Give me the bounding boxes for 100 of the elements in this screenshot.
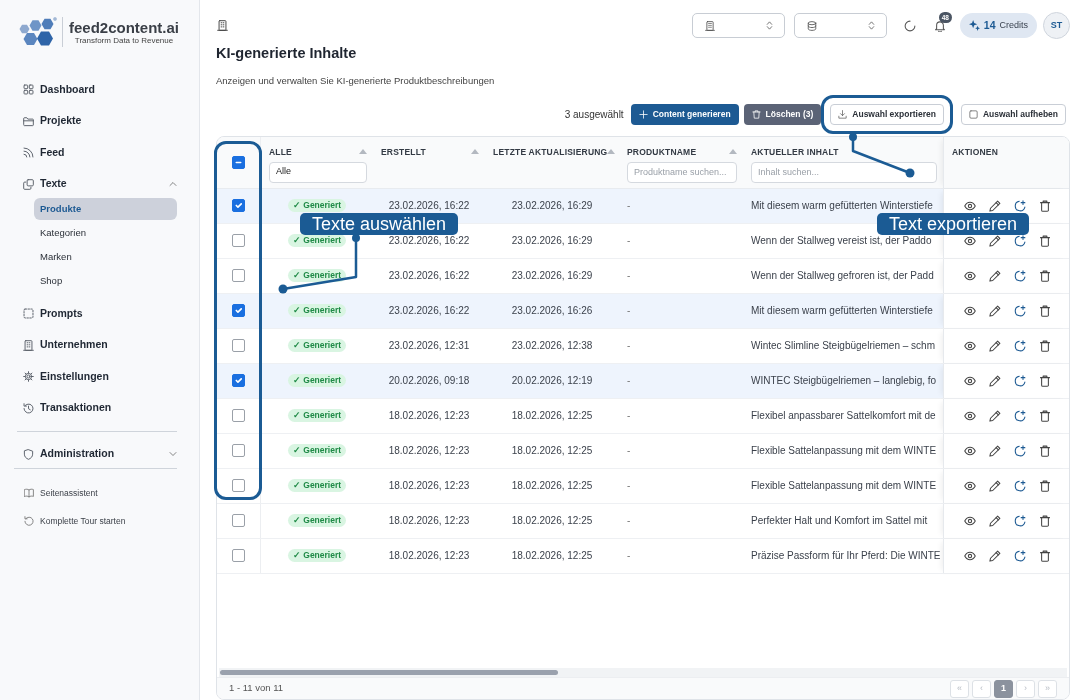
refresh-plus-icon[interactable] [1014,199,1026,212]
horizontal-scrollbar[interactable] [219,668,1067,677]
column-header[interactable]: LETZTE AKTUALISIERUNG [493,145,608,158]
nav-item[interactable]: Dashboard [0,74,177,106]
refresh-plus-icon[interactable] [1014,409,1026,422]
delete-button[interactable]: Löschen (3) [743,103,822,125]
refresh-plus-icon[interactable] [1014,234,1026,247]
column-header[interactable]: ERSTELLT [381,145,426,158]
nav-item[interactable]: Transaktionen [0,392,177,424]
eye-icon[interactable] [964,234,976,247]
pencil-icon[interactable] [989,549,1001,562]
generate-button[interactable]: Content generieren [630,103,739,125]
trash-icon[interactable] [1039,339,1051,352]
credits-button[interactable]: 14 Credits [959,13,1037,39]
callout: Text exportieren [877,212,1030,235]
pencil-icon[interactable] [989,269,1001,282]
dropdown-field[interactable] [793,13,887,39]
building-icon[interactable] [217,20,228,32]
updated-date: 18.02.2026, 12:25 [511,444,593,458]
row-checkbox[interactable] [232,269,245,283]
column-header[interactable]: ALLE [269,145,292,158]
filter-select[interactable]: Alle [269,161,367,183]
refresh-plus-icon[interactable] [1014,339,1026,352]
row-checkbox[interactable] [232,374,245,388]
building-icon [23,339,34,351]
nav-subitem[interactable]: Produkte [34,198,177,220]
row-checkbox[interactable] [232,444,245,458]
eye-icon[interactable] [964,304,976,317]
trash-icon[interactable] [1039,199,1051,212]
row-checkbox[interactable] [232,479,245,493]
column-header[interactable]: PRODUKTNAME [627,145,697,158]
eye-icon[interactable] [964,269,976,282]
trash-icon[interactable] [1039,444,1051,457]
eye-icon[interactable] [964,479,976,492]
refresh-plus-icon[interactable] [1014,514,1026,527]
trash-icon[interactable] [1039,269,1051,282]
export-button[interactable]: Auswahl exportieren [830,103,944,125]
trash-icon[interactable] [1039,514,1051,527]
bell-icon[interactable] [933,19,946,32]
help-link[interactable]: Seitenassistent [0,479,98,507]
row-checkbox[interactable] [232,409,245,423]
created-date: 18.02.2026, 12:23 [388,444,470,458]
eye-icon[interactable] [964,409,976,422]
row-checkbox[interactable] [232,514,245,528]
pencil-icon[interactable] [989,304,1001,317]
refresh-plus-icon[interactable] [1014,479,1026,492]
trash-icon[interactable] [1039,374,1051,387]
dropdown-field[interactable] [691,13,785,39]
trash-icon[interactable] [1039,304,1051,317]
nav-item[interactable]: Einstellungen [0,361,177,393]
row-checkbox[interactable] [232,234,245,248]
nav-item[interactable]: Feed [0,137,177,169]
pencil-icon[interactable] [989,339,1001,352]
page-range-text: 1 - 11 von 11 [229,681,284,696]
status-tag: ✓ Generiert [287,269,347,283]
pencil-icon[interactable] [989,409,1001,422]
status-tag: ✓ Generiert [287,479,347,493]
search-field[interactable]: Produktname suchen... [627,161,737,183]
nav-item[interactable]: Projekte [0,105,177,137]
eye-icon[interactable] [964,549,976,562]
nav-item[interactable]: Prompts [0,298,177,330]
nav-subitem[interactable]: Marken [34,246,177,268]
eye-icon[interactable] [964,444,976,457]
pencil-icon[interactable] [989,514,1001,527]
user-avatar[interactable]: ST [1043,12,1070,40]
nav-subitem[interactable]: Shop [34,270,177,292]
refresh-plus-icon[interactable] [1014,304,1026,317]
row-checkbox[interactable] [232,339,245,353]
trash-icon[interactable] [1039,234,1051,247]
eye-icon[interactable] [964,514,976,527]
nav-item[interactable]: Administration [0,440,177,468]
pencil-icon[interactable] [989,479,1001,492]
content-text: Flexible Sattelanpassung mit dem WINTE [751,444,937,458]
trash-icon[interactable] [1039,549,1051,562]
pencil-icon[interactable] [989,444,1001,457]
pencil-icon[interactable] [989,199,1001,212]
row-checkbox[interactable] [232,549,245,563]
eye-icon[interactable] [964,199,976,212]
pencil-icon[interactable] [989,374,1001,387]
refresh-plus-icon[interactable] [1014,374,1026,387]
help-link[interactable]: Komplette Tour starten [0,507,126,535]
refresh-icon[interactable] [903,19,916,32]
nav-item[interactable]: Texte [0,168,177,200]
pencil-icon[interactable] [989,234,1001,247]
eye-icon[interactable] [964,339,976,352]
refresh-plus-icon[interactable] [1014,444,1026,457]
row-checkbox[interactable] [232,199,245,213]
nav-subitem[interactable]: Kategorien [34,222,177,244]
trash-icon[interactable] [1039,479,1051,492]
search-field[interactable]: Inhalt suchen... [751,161,937,183]
deselect-button[interactable]: Auswahl aufheben [960,103,1066,125]
created-date: 18.02.2026, 12:23 [388,514,470,528]
created-date: 23.02.2026, 16:22 [388,269,470,283]
refresh-plus-icon[interactable] [1014,269,1026,282]
refresh-plus-icon[interactable] [1014,549,1026,562]
row-checkbox[interactable] [232,304,245,318]
nav-item[interactable]: Unternehmen [0,329,177,361]
eye-icon[interactable] [964,374,976,387]
trash-icon[interactable] [1039,409,1051,422]
select-all-checkbox[interactable] [232,155,245,169]
